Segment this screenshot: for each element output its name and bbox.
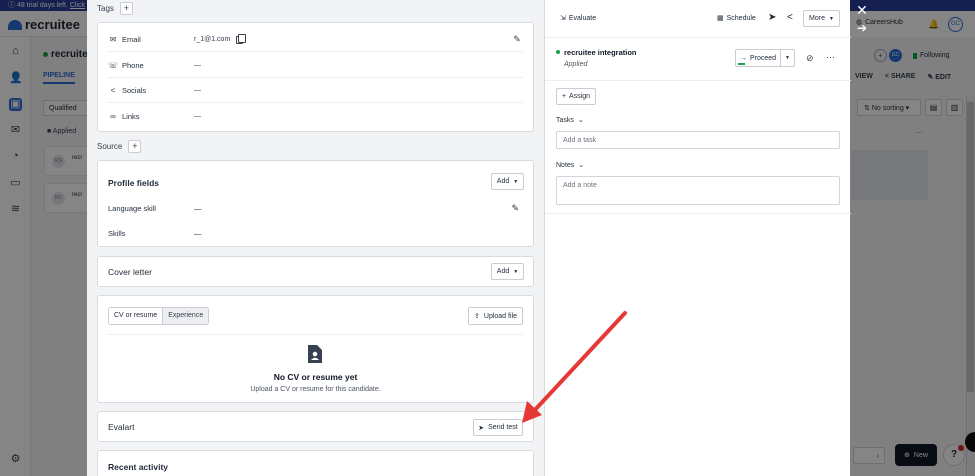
caret-down-icon: ▼ bbox=[513, 268, 519, 275]
calendar-icon: ▦ bbox=[717, 15, 724, 22]
recent-activity-title: Recent activity bbox=[108, 462, 168, 472]
proceed-split-button: → Proceed ▼ bbox=[735, 49, 795, 67]
phone-row: ☏ Phone — bbox=[108, 54, 523, 78]
evalart-card: Evalart ➤ Send test bbox=[97, 411, 534, 442]
cv-tabs: CV or resume Experience bbox=[108, 307, 210, 325]
links-row: ∞ Links — bbox=[108, 104, 523, 128]
caret-down-icon: ▼ bbox=[513, 178, 519, 185]
tab-experience[interactable]: Experience bbox=[163, 308, 209, 324]
tab-cv-or-resume[interactable]: CV or resume bbox=[109, 308, 164, 324]
evaluate-button[interactable]: ⇲ Evaluate bbox=[560, 14, 596, 23]
cover-letter-add-button[interactable]: Add ▼ bbox=[491, 263, 524, 280]
job-status-dot bbox=[556, 50, 560, 54]
upload-file-button[interactable]: ⇪ Upload file bbox=[468, 307, 523, 325]
links-value: — bbox=[194, 112, 201, 120]
chevron-down-icon: ⌄ bbox=[578, 162, 585, 169]
profile-fields-card: Profile fields Add ▼ Language skill — ✎ S… bbox=[97, 160, 534, 247]
disqualify-icon[interactable]: ⊘ bbox=[806, 53, 814, 64]
source-section: Source + bbox=[97, 140, 142, 153]
arrow-right-icon[interactable]: ➔ bbox=[855, 21, 869, 35]
cv-card: CV or resume Experience ⇪ Upload file No … bbox=[97, 295, 534, 403]
cv-empty-subtitle: Upload a CV or resume for this candidate… bbox=[250, 386, 381, 393]
divider bbox=[545, 213, 851, 214]
divider bbox=[545, 80, 851, 81]
recent-activity-card: Recent activity bbox=[97, 450, 534, 476]
document-person-icon bbox=[308, 345, 322, 363]
email-row: ✉ Email r_1@1.com ✎ bbox=[108, 28, 523, 52]
phone-icon: ☏ bbox=[108, 61, 119, 70]
job-stage: Applied bbox=[564, 61, 588, 68]
mail-icon: ✉ bbox=[109, 35, 117, 44]
socials-row: < Socials — bbox=[108, 79, 523, 103]
edit-icon[interactable]: ✎ bbox=[511, 203, 519, 214]
proceed-dropdown[interactable]: ▼ bbox=[781, 50, 794, 66]
more-button[interactable]: More ▼ bbox=[803, 10, 840, 27]
link-icon: ∞ bbox=[110, 111, 116, 121]
share-icon[interactable]: < bbox=[787, 12, 793, 23]
arrow-right-icon: → bbox=[739, 54, 747, 62]
candidate-toolbar: ⇲ Evaluate ▦ Schedule ➤ < More ▼ bbox=[545, 0, 851, 38]
plus-icon: + bbox=[561, 93, 567, 100]
send-test-button[interactable]: ➤ Send test bbox=[473, 419, 523, 436]
tasks-toggle[interactable]: Tasks ⌄ bbox=[556, 116, 584, 125]
email-value: r_1@1.com bbox=[194, 36, 231, 43]
evalart-title: Evalart bbox=[108, 422, 135, 432]
add-tag-button[interactable]: + bbox=[119, 2, 133, 15]
contact-card: ✉ Email r_1@1.com ✎ ☏ Phone — < Socials … bbox=[97, 22, 534, 132]
socials-value: — bbox=[194, 87, 201, 94]
more-options-icon[interactable]: ⋯ bbox=[826, 52, 835, 63]
note-input[interactable]: Add a note bbox=[556, 176, 840, 205]
tags-section: Tags + bbox=[97, 2, 133, 15]
candidate-actions-pane: ⇲ Evaluate ▦ Schedule ➤ < More ▼ recruitee … bbox=[544, 0, 851, 476]
cv-empty-title: No CV or resume yet bbox=[273, 372, 358, 382]
close-icon[interactable]: ✕ bbox=[855, 3, 869, 17]
profile-fields-title: Profile fields bbox=[108, 178, 160, 188]
divider bbox=[108, 334, 523, 335]
share-icon: < bbox=[110, 86, 116, 95]
cover-letter-card: Cover letter Add ▼ bbox=[97, 256, 534, 287]
job-name: recruitee integration bbox=[564, 48, 637, 57]
edit-icon[interactable]: ✎ bbox=[511, 34, 523, 45]
schedule-button[interactable]: ▦ Schedule bbox=[717, 14, 756, 23]
assign-button[interactable]: + Assign bbox=[556, 88, 596, 105]
stage-progress-bar bbox=[738, 63, 745, 65]
chevron-down-icon: ⌄ bbox=[577, 117, 584, 124]
skills-row: Skills — bbox=[108, 229, 202, 238]
caret-down-icon: ▼ bbox=[829, 15, 834, 22]
send-icon: ➤ bbox=[478, 424, 485, 432]
cover-letter-title: Cover letter bbox=[108, 267, 152, 277]
upload-icon: ⇪ bbox=[474, 313, 480, 320]
proceed-button[interactable]: → Proceed bbox=[736, 50, 781, 66]
profile-fields-add-button[interactable]: Add ▼ bbox=[491, 173, 524, 190]
copy-icon[interactable] bbox=[236, 33, 247, 44]
send-email-icon[interactable]: ➤ bbox=[768, 12, 776, 23]
language-skill-row: Language skill — ✎ bbox=[108, 203, 519, 214]
evaluate-icon: ⇲ bbox=[560, 15, 566, 22]
candidate-profile-pane: Tags + ✉ Email r_1@1.com ✎ ☏ Phone — < S… bbox=[87, 0, 544, 476]
notes-toggle[interactable]: Notes ⌄ bbox=[556, 161, 585, 170]
task-input[interactable]: Add a task bbox=[556, 131, 840, 149]
add-source-button[interactable]: + bbox=[128, 140, 142, 153]
phone-value: — bbox=[194, 62, 201, 69]
